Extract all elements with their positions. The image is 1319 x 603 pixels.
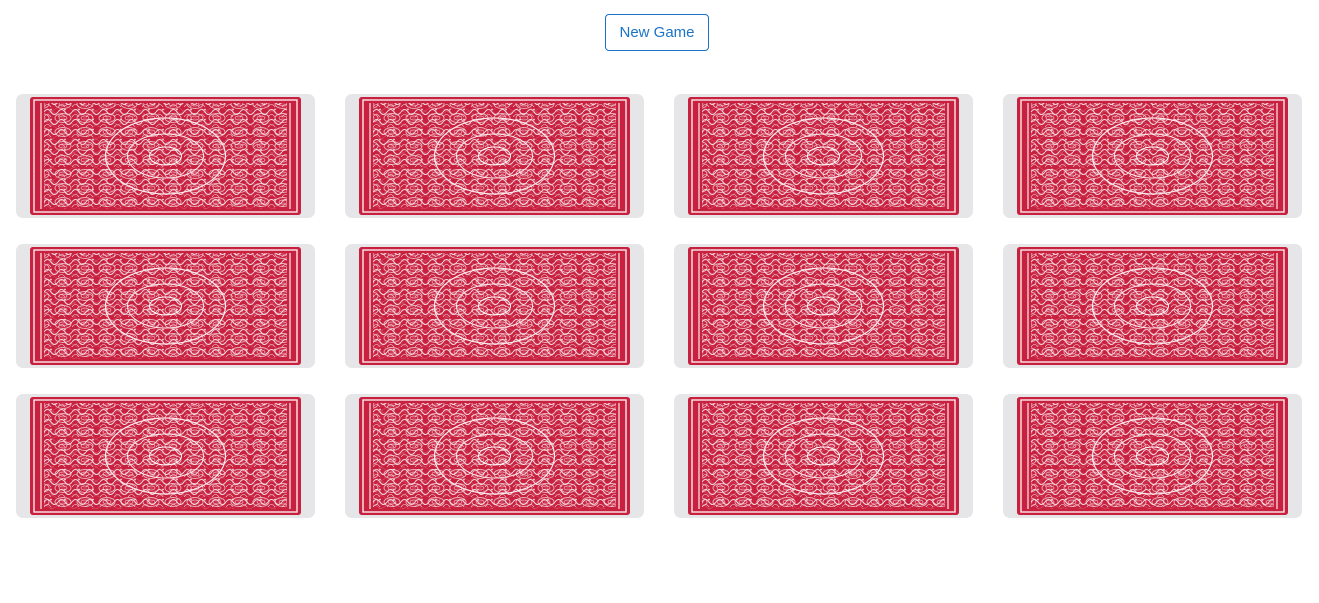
card-back-pattern bbox=[688, 397, 959, 515]
card-7[interactable] bbox=[674, 244, 973, 368]
new-game-button[interactable]: New Game bbox=[605, 14, 709, 51]
card-11[interactable] bbox=[674, 394, 973, 518]
card-back-pattern bbox=[359, 397, 630, 515]
card-back-pattern bbox=[359, 97, 630, 215]
card-5[interactable] bbox=[16, 244, 315, 368]
card-6[interactable] bbox=[345, 244, 644, 368]
card-back-pattern bbox=[30, 247, 301, 365]
card-back-pattern bbox=[1017, 247, 1288, 365]
card-1[interactable] bbox=[16, 94, 315, 218]
card-back-pattern bbox=[30, 397, 301, 515]
card-back-pattern bbox=[1017, 97, 1288, 215]
card-12[interactable] bbox=[1003, 394, 1302, 518]
card-back-pattern bbox=[688, 97, 959, 215]
card-back-pattern bbox=[1017, 397, 1288, 515]
card-back-pattern bbox=[688, 247, 959, 365]
card-back-pattern bbox=[30, 97, 301, 215]
card-3[interactable] bbox=[674, 94, 973, 218]
game-page: New Game bbox=[0, 0, 1319, 603]
card-back-pattern bbox=[359, 247, 630, 365]
card-4[interactable] bbox=[1003, 94, 1302, 218]
card-8[interactable] bbox=[1003, 244, 1302, 368]
card-10[interactable] bbox=[345, 394, 644, 518]
card-2[interactable] bbox=[345, 94, 644, 218]
card-9[interactable] bbox=[16, 394, 315, 518]
